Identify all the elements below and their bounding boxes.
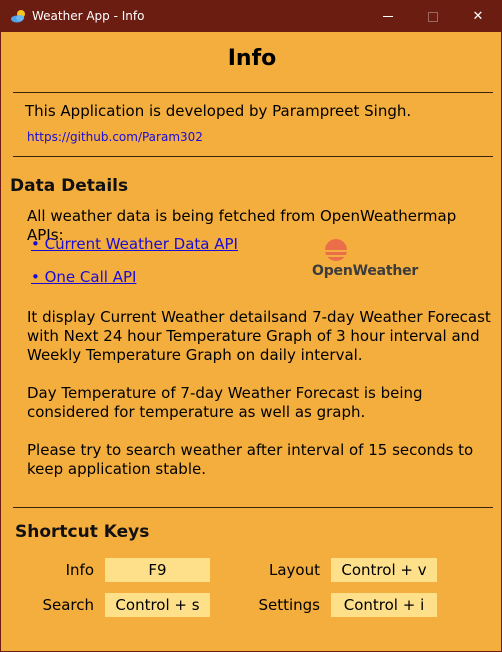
current-weather-api-link[interactable]: • Current Weather Data API bbox=[31, 235, 238, 253]
description-line: with Next 24 hour Temperature Graph of 3… bbox=[27, 327, 480, 345]
shortcut-key-info: F9 bbox=[105, 558, 210, 582]
description-line: It display Current Weather detailsand 7-… bbox=[27, 308, 491, 326]
shortcut-label-settings: Settings bbox=[258, 596, 320, 614]
app-window: Weather App - Info ✕ Info This Applicati… bbox=[0, 0, 502, 652]
divider-bottom bbox=[13, 507, 493, 508]
openweather-logo-text: OpenWeather bbox=[312, 263, 419, 279]
shortcut-keys-title: Shortcut Keys bbox=[15, 522, 150, 542]
divider-middle bbox=[13, 156, 493, 157]
maximize-icon bbox=[428, 11, 438, 22]
info-content: Info This Application is developed by Pa… bbox=[2, 32, 502, 652]
openweather-logo: OpenWeather bbox=[312, 238, 419, 284]
shortcut-label-layout: Layout bbox=[269, 561, 320, 579]
page-title: Info bbox=[227, 46, 277, 71]
description-line: keep application stable. bbox=[27, 460, 206, 478]
shortcut-label-info: Info bbox=[65, 561, 94, 579]
minimize-icon bbox=[383, 16, 393, 17]
description-line: Please try to search weather after inter… bbox=[27, 441, 474, 459]
divider-top bbox=[13, 92, 493, 93]
title-bar[interactable]: Weather App - Info ✕ bbox=[1, 1, 501, 32]
maximize-button[interactable] bbox=[410, 1, 456, 32]
close-icon: ✕ bbox=[472, 9, 484, 24]
shortcut-key-settings: Control + i bbox=[331, 593, 437, 617]
one-call-api-link[interactable]: • One Call API bbox=[31, 268, 136, 286]
github-link[interactable]: https://github.com/Param302 bbox=[27, 130, 203, 144]
description-line: Weekly Temperature Graph on daily interv… bbox=[27, 346, 363, 364]
window-title: Weather App - Info bbox=[32, 9, 145, 23]
weather-app-icon bbox=[11, 10, 25, 23]
developer-text: This Application is developed by Parampr… bbox=[25, 102, 412, 120]
shortcut-label-search: Search bbox=[42, 596, 94, 614]
shortcut-key-search: Control + s bbox=[105, 593, 210, 617]
description-line: Day Temperature of 7-day Weather Forecas… bbox=[27, 384, 423, 402]
description-line: considered for temperature as well as gr… bbox=[27, 403, 366, 421]
shortcut-key-layout: Control + v bbox=[331, 558, 437, 582]
close-button[interactable]: ✕ bbox=[455, 1, 501, 32]
data-details-title: Data Details bbox=[10, 176, 129, 196]
minimize-button[interactable] bbox=[365, 1, 411, 32]
openweather-sun-icon bbox=[324, 239, 348, 261]
